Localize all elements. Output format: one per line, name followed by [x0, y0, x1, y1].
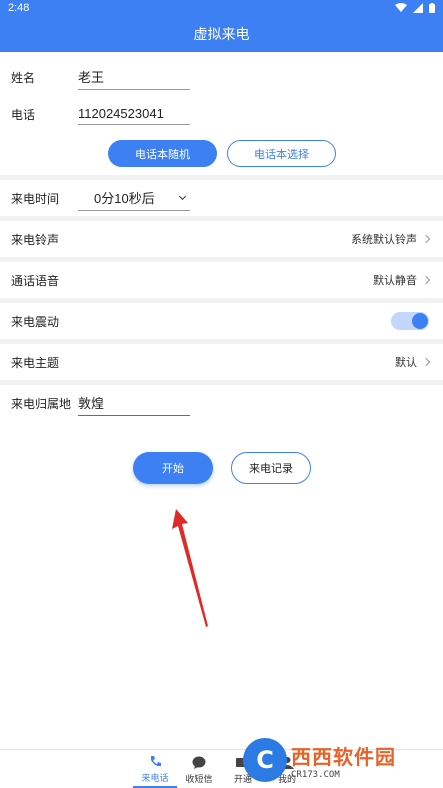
theme-value: 默认 [395, 357, 417, 369]
red-arrow-annotation [172, 509, 208, 627]
name-row: 姓名 老王 [11, 64, 190, 90]
chat-icon [192, 756, 206, 770]
ringtone-label: 来电铃声 [11, 232, 60, 247]
watermark-main-text: 西西软件园 [291, 746, 396, 769]
page-title: 虚拟来电 [193, 26, 250, 42]
vibrate-label: 来电震动 [11, 314, 60, 329]
vibrate-toggle[interactable] [391, 312, 429, 330]
nav-label: 来电话 [141, 772, 169, 783]
location-row: 来电归属地 敦煌 [0, 385, 443, 421]
nav-label: 收短信 [185, 773, 213, 784]
start-button[interactable]: 开始 [133, 452, 213, 484]
battery-icon [429, 3, 435, 13]
toggle-knob [412, 313, 428, 329]
chevron-right-icon [421, 234, 431, 244]
voice-value: 默认静音 [373, 275, 417, 287]
call-history-button[interactable]: 来电记录 [231, 452, 311, 484]
status-bar: 2:48 [0, 0, 443, 16]
ringtone-row[interactable]: 来电铃声 系统默认铃声 [0, 221, 443, 257]
signal-icon [413, 3, 423, 13]
call-time-row: 来电时间 0分10秒后 [0, 180, 443, 216]
watermark-logo: C [243, 738, 287, 782]
ringtone-value: 系统默认铃声 [351, 234, 417, 246]
phonebook-random-button[interactable]: 电话本随机 [108, 140, 217, 167]
vibrate-row: 来电震动 [0, 303, 443, 339]
wifi-icon [395, 3, 407, 12]
phone-label: 电话 [11, 107, 36, 122]
nav-receive-sms[interactable]: 收短信 [177, 752, 221, 788]
action-area: 开始 来电记录 [0, 421, 443, 749]
name-label: 姓名 [11, 70, 36, 85]
site-watermark: C 西西软件园 CR173.COM [243, 736, 439, 784]
chevron-down-icon [178, 192, 187, 200]
theme-row[interactable]: 来电主题 默认 [0, 344, 443, 380]
phone-input[interactable]: 112024523041 [78, 103, 190, 125]
location-input[interactable]: 敦煌 [78, 390, 190, 416]
status-time: 2:48 [8, 2, 30, 14]
nav-incoming-call[interactable]: 来电话 [133, 752, 177, 788]
chevron-right-icon [421, 275, 431, 285]
app-header: 2:48 虚拟来电 [0, 0, 443, 52]
call-time-label: 来电时间 [11, 191, 60, 206]
phone-row: 电话 112024523041 [11, 102, 190, 126]
location-label: 来电归属地 [11, 396, 72, 411]
chevron-right-icon [421, 357, 431, 367]
call-time-select[interactable]: 0分10秒后 [78, 185, 190, 211]
voice-label: 通话语音 [11, 273, 60, 288]
contact-section: 姓名 老王 电话 112024523041 电话本随机 电话本选择 [0, 52, 443, 175]
watermark-sub-text: CR173.COM [291, 769, 340, 780]
name-input[interactable]: 老王 [78, 64, 190, 90]
call-time-value: 0分10秒后 [94, 191, 155, 206]
phone-icon [148, 755, 162, 769]
theme-label: 来电主题 [11, 355, 60, 370]
voice-row[interactable]: 通话语音 默认静音 [0, 262, 443, 298]
phonebook-select-button[interactable]: 电话本选择 [227, 140, 336, 167]
